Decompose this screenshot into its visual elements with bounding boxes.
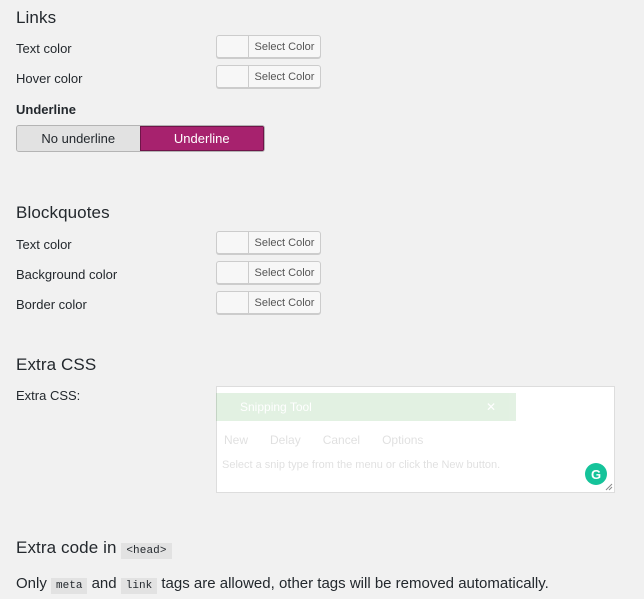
blockquotes-border-color-button[interactable]: Select Color <box>216 291 321 314</box>
links-hover-color-label: Hover color <box>16 71 83 86</box>
desc-text-1: Only <box>16 575 47 592</box>
blockquotes-heading: Blockquotes <box>16 203 110 222</box>
no-underline-option[interactable]: No underline <box>17 126 140 151</box>
extra-code-heading: Extra code in <head> <box>16 538 172 559</box>
underline-toggle: No underline Underline <box>16 125 265 152</box>
links-text-color-button[interactable]: Select Color <box>216 35 321 58</box>
color-swatch <box>217 36 249 57</box>
links-heading: Links <box>16 8 57 27</box>
color-swatch <box>217 232 249 253</box>
extra-code-description: Only meta and link tags are allowed, oth… <box>16 575 549 594</box>
blockquotes-border-color-label: Border color <box>16 297 87 312</box>
select-color-label: Select Color <box>249 232 320 253</box>
grammarly-icon[interactable]: G <box>585 463 607 485</box>
links-hover-color-button[interactable]: Select Color <box>216 65 321 88</box>
links-text-color-label: Text color <box>16 41 72 56</box>
desc-text-2: and <box>91 575 117 592</box>
meta-code: meta <box>51 578 88 594</box>
resize-grip-icon[interactable] <box>605 483 613 491</box>
color-swatch <box>217 66 249 87</box>
select-color-label: Select Color <box>249 36 320 57</box>
select-color-label: Select Color <box>249 292 320 313</box>
blockquotes-background-color-button[interactable]: Select Color <box>216 261 321 284</box>
extra-css-heading: Extra CSS <box>16 355 97 374</box>
underline-option[interactable]: Underline <box>139 126 264 151</box>
extra-css-label: Extra CSS: <box>16 388 81 403</box>
extra-css-textarea[interactable] <box>216 386 615 493</box>
extra-code-heading-text: Extra code in <box>16 538 117 557</box>
blockquotes-text-color-button[interactable]: Select Color <box>216 231 321 254</box>
desc-text-3: tags are allowed, other tags will be rem… <box>161 575 549 592</box>
head-code: <head> <box>121 543 172 559</box>
blockquotes-text-color-label: Text color <box>16 237 72 252</box>
color-swatch <box>217 292 249 313</box>
link-code: link <box>120 578 158 594</box>
blockquotes-background-color-label: Background color <box>16 267 118 282</box>
select-color-label: Select Color <box>249 66 320 87</box>
select-color-label: Select Color <box>249 262 320 283</box>
underline-label: Underline <box>16 102 76 117</box>
color-swatch <box>217 262 249 283</box>
